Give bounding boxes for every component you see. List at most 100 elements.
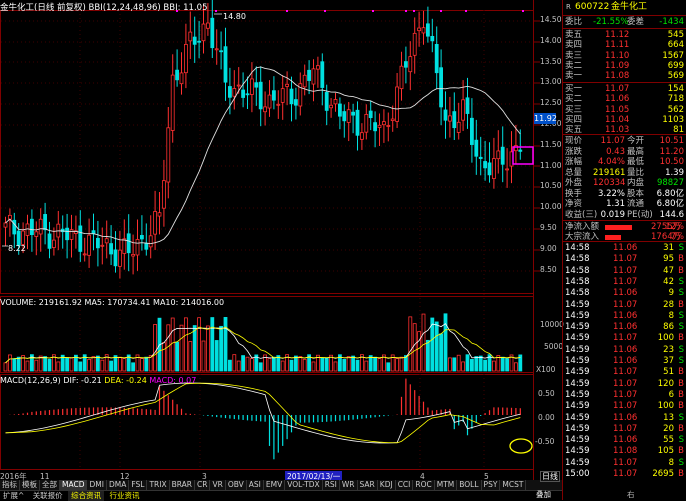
tick-volume: 47 <box>663 265 674 276</box>
indicator-tab[interactable]: 模板 <box>20 480 40 490</box>
tick-volume: 95 <box>663 254 674 265</box>
candle-body <box>153 211 158 235</box>
indicator-tab[interactable]: CR <box>195 480 211 490</box>
kline-chart[interactable] <box>0 0 562 500</box>
indicator-tab[interactable]: 指标 <box>0 480 20 490</box>
indicator-tab[interactable]: ASI <box>247 480 264 490</box>
volume-bar <box>210 317 215 372</box>
volume-bar <box>399 356 404 372</box>
tick-price: 11.06 <box>613 322 638 333</box>
candle-body <box>483 161 488 169</box>
volume-bar <box>3 362 8 372</box>
volume-bar <box>412 323 417 372</box>
indicator-tab[interactable]: BOLL <box>457 480 482 490</box>
quote-value: 0.019 <box>600 209 625 220</box>
indicator-tab[interactable]: RSI <box>323 480 340 490</box>
candle-body <box>52 239 56 248</box>
indicator-tab[interactable]: PSY <box>482 480 501 490</box>
tick-time: 14:59 <box>565 423 590 434</box>
signal-marker <box>215 10 217 12</box>
indicator-tab[interactable]: TRIX <box>147 480 170 490</box>
volume-bar <box>483 359 488 372</box>
candle-body <box>166 127 171 183</box>
indicator-tab[interactable]: CCI <box>396 480 414 490</box>
price-axis-label: 10.50 <box>540 181 562 191</box>
candle-body <box>403 61 408 68</box>
volume-bar <box>456 354 461 372</box>
indicator-tab[interactable]: KDJ <box>378 480 396 490</box>
indicator-tab[interactable]: OBV <box>226 480 247 490</box>
candle-body <box>34 231 39 237</box>
signal-marker <box>440 10 442 12</box>
candle-body <box>179 72 184 85</box>
candle-body <box>500 146 505 165</box>
ask-volume: 699 <box>667 60 684 71</box>
candle-body <box>461 99 466 121</box>
tick-price: 11.07 <box>613 423 638 434</box>
quote-label: 涨跌 <box>565 146 583 157</box>
volume-bar <box>478 355 483 372</box>
volume-bar <box>377 358 382 372</box>
indicator-tab[interactable]: WR <box>340 480 358 490</box>
volume-bar <box>47 358 52 372</box>
candle-body <box>505 168 510 171</box>
indicator-tab[interactable]: DMA <box>107 480 130 490</box>
volume-bar <box>179 324 184 372</box>
indicator-tab[interactable]: MACD <box>60 480 88 490</box>
candle-body <box>109 243 113 255</box>
indicator-tab[interactable]: 全部 <box>40 480 60 490</box>
ask-label: 卖五 <box>565 30 583 40</box>
macd-label: MACD(12,26,9) <box>0 376 61 385</box>
bid-price: 11.06 <box>605 94 630 105</box>
candle-body <box>245 93 250 96</box>
indicator-tab[interactable]: BRAR <box>170 480 196 490</box>
candle-body <box>447 115 452 122</box>
volume-bar <box>131 362 136 372</box>
tick-price: 11.06 <box>613 243 638 253</box>
tick-volume: 8 <box>668 310 674 321</box>
volume-bar <box>236 360 241 372</box>
candle-body <box>87 234 91 256</box>
candle-body <box>329 104 334 109</box>
indicator-tab[interactable]: EMV <box>264 480 286 490</box>
quote-label: 涨幅 <box>565 157 583 167</box>
volume-bar <box>34 359 39 372</box>
candle-body <box>425 23 430 37</box>
price-axis-label: 11.50 <box>540 139 562 149</box>
tick-volume: 9 <box>668 288 674 299</box>
tick-time: 14:59 <box>565 299 590 310</box>
volume-bar <box>56 361 61 372</box>
quote-label: 换手 <box>565 188 583 199</box>
tick-direction: B <box>678 299 684 310</box>
volume-bar <box>320 357 325 372</box>
daily-button[interactable]: 日线 <box>540 471 560 482</box>
indicator-tab[interactable]: FSL <box>129 480 148 490</box>
indicator-tab[interactable]: ROC <box>413 480 435 490</box>
right-panel-tab[interactable]: 右 <box>627 489 635 501</box>
indicator-tab[interactable]: SAR <box>358 480 378 490</box>
indicator-tab[interactable]: VR <box>210 480 226 490</box>
indicator-tab[interactable]: MTM <box>435 480 458 490</box>
quote-label: 最低 <box>627 157 645 167</box>
weicha-value: -1434 <box>659 17 684 27</box>
candle-body <box>474 139 479 157</box>
quote-label: 总量 <box>565 167 583 178</box>
high-price-marker: 14.80 <box>223 12 246 21</box>
indicator-tab[interactable]: MCST <box>500 480 527 490</box>
candle-body <box>126 233 131 254</box>
indicator-tab[interactable]: DMI <box>87 480 107 490</box>
tick-price: 11.06 <box>613 344 638 355</box>
indicator-tab[interactable]: VOL-TDX <box>285 480 323 490</box>
overlay-button[interactable]: 叠加 <box>536 490 551 500</box>
ask-label: 卖四 <box>565 40 583 51</box>
candle-body <box>223 46 228 83</box>
tick-time: 14:59 <box>565 344 590 355</box>
candle-body <box>161 180 166 209</box>
ask-volume: 545 <box>667 30 684 40</box>
candle-body <box>307 69 312 81</box>
candle-body <box>192 36 197 45</box>
quote-label: 股本 <box>627 188 645 199</box>
signal-marker <box>372 10 374 12</box>
candle-body <box>302 74 307 88</box>
volume-bar <box>271 356 276 372</box>
